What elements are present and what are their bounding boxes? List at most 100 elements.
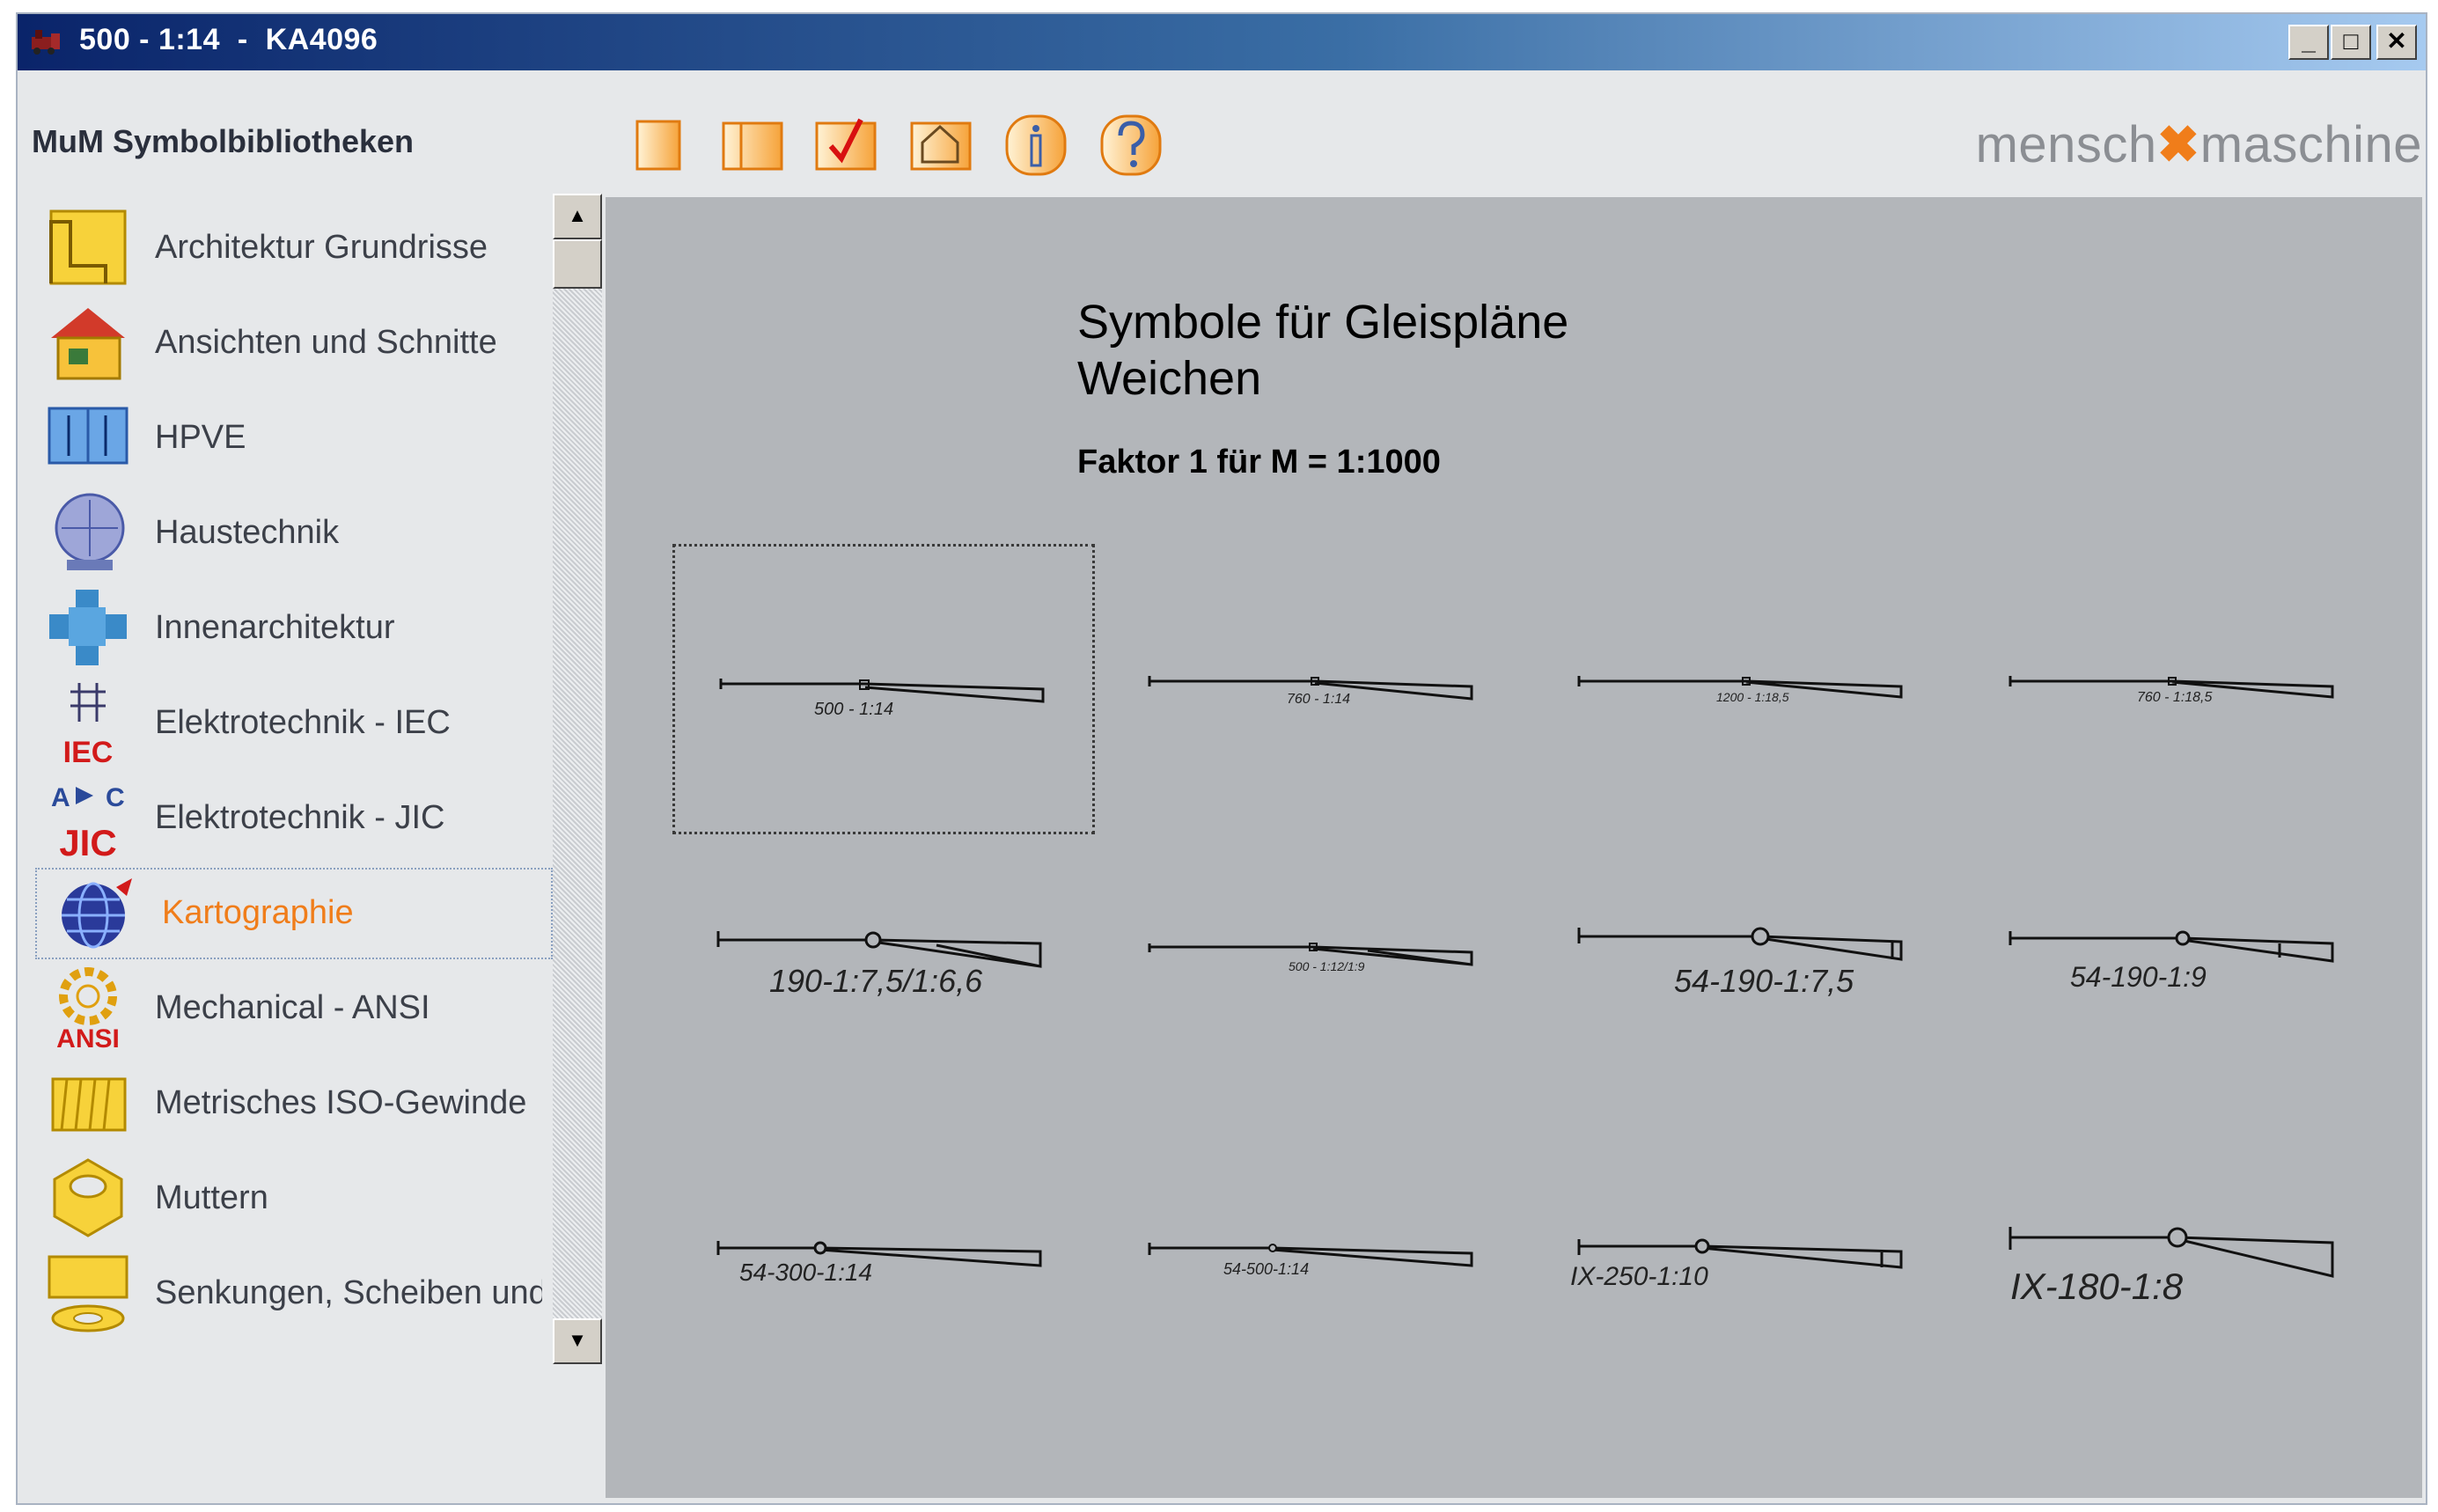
window-title: 500 - 1:14 - KA4096: [79, 23, 378, 56]
symbol-caption: 760 - 1:14: [1287, 692, 1351, 707]
sidebar-item-label: HPVE: [155, 419, 246, 456]
symbol-tile[interactable]: 54-190-1:9: [1964, 848, 2387, 1139]
info-icon[interactable]: [1002, 113, 1070, 178]
sidebar-scrollbar[interactable]: ▲ ▼: [553, 194, 602, 1364]
ansi-icon: ANSI: [56, 967, 120, 1051]
turnout-symbol: [1577, 1238, 1903, 1269]
svg-text:IEC: IEC: [63, 736, 114, 766]
sidebar-item-haustechnik[interactable]: Haustechnik: [35, 488, 546, 579]
symbol-caption: 54-190-1:9: [2070, 961, 2207, 993]
hpve-icon: [48, 407, 129, 465]
train-icon: [32, 30, 60, 55]
toolbar: MuM Symbolbibliotheken mensch✖maschine: [18, 70, 2426, 243]
turnout-symbol: [719, 679, 1045, 703]
house-icon: [51, 308, 125, 380]
symbol-caption: 54-500-1:14: [1223, 1260, 1310, 1278]
svg-text:ANSI: ANSI: [56, 1024, 120, 1051]
sidebar-item-senkungen[interactable]: Senkungen, Scheiben und Du: [35, 1248, 546, 1340]
sidebar-item-ansichten[interactable]: Ansichten und Schnitte: [35, 297, 546, 389]
turnout-symbol: [1148, 676, 1473, 701]
brand-logo: mensch✖maschine: [1976, 114, 2422, 174]
symbol-caption: 500 - 1:14: [814, 700, 894, 719]
sidebar-item-innenarchitektur[interactable]: Innenarchitektur: [35, 583, 546, 674]
brand-text-right: maschine: [2199, 116, 2422, 173]
scroll-down-button[interactable]: ▼: [553, 1318, 602, 1364]
symbol-caption: 54-190-1:7,5: [1674, 963, 1854, 999]
sidebar-item-elektrotechnik-jic[interactable]: A C JIC Elektrotechnik - JIC: [35, 773, 546, 864]
jic-icon: A C JIC: [51, 783, 125, 861]
floorplan-icon: [49, 209, 127, 285]
heading-line-2: Weichen: [1077, 352, 1262, 405]
symbol-tile[interactable]: 760 - 1:14: [1104, 544, 1526, 834]
symbol-tile[interactable]: 1200 - 1:18,5: [1533, 544, 1956, 834]
turnout-symbol: [1148, 943, 1473, 966]
symbol-tile[interactable]: IX-250-1:10: [1533, 1156, 1956, 1447]
sidebar-item-kartographie[interactable]: Kartographie: [35, 868, 553, 959]
washer-icon: [48, 1255, 129, 1332]
symbol-caption: IX-180-1:8: [2010, 1266, 2184, 1307]
sidebar-item-label: Kartographie: [162, 894, 354, 931]
minimize-button[interactable]: _: [2288, 25, 2329, 60]
symbol-caption: IX-250-1:10: [1570, 1262, 1708, 1291]
turnout-symbol: [1577, 676, 1903, 699]
symbol-tile[interactable]: 190-1:7,5/1:6,6: [672, 848, 1095, 1139]
sidebar-item-architektur[interactable]: Architektur Grundrisse: [35, 202, 546, 294]
library-sidebar: Architektur Grundrisse Ansichten und Sch…: [25, 194, 614, 1487]
turnout-symbol: [716, 1241, 1042, 1267]
sidebar-item-mechanical-ansi[interactable]: ANSI Mechanical - ANSI: [35, 963, 546, 1054]
svg-text:JIC: JIC: [59, 822, 116, 861]
brand-x-icon: ✖: [2156, 116, 2200, 173]
symbol-tile[interactable]: 54-500-1:14: [1104, 1156, 1526, 1447]
symbol-caption: 760 - 1:18,5: [2137, 690, 2213, 705]
svg-text:C: C: [106, 783, 125, 812]
sidebar-item-muttern[interactable]: Muttern: [35, 1153, 546, 1244]
nut-icon: [53, 1158, 123, 1237]
sidebar-item-label: Ansichten und Schnitte: [155, 324, 497, 361]
house-outline-icon[interactable]: [907, 113, 975, 178]
scale-factor-label: Faktor 1 für M = 1:1000: [1077, 444, 1441, 481]
sidebar-item-elektrotechnik-iec[interactable]: IEC Elektrotechnik - IEC: [35, 678, 546, 769]
sidebar-item-iso-gewinde[interactable]: Metrisches ISO-Gewinde: [35, 1058, 546, 1149]
svg-text:A: A: [51, 783, 70, 812]
sidebar-item-label: Architektur Grundrisse: [155, 229, 488, 266]
symbol-tile[interactable]: 54-190-1:7,5: [1533, 848, 1956, 1139]
sidebar-item-label: Mechanical - ANSI: [155, 989, 430, 1026]
symbol-tile[interactable]: 500 - 1:12/1:9: [1104, 848, 1526, 1139]
brand-text-left: mensch: [1975, 116, 2157, 173]
hvac-icon: [55, 493, 125, 570]
iec-icon: IEC: [63, 683, 114, 766]
turnout-symbol: [2008, 930, 2334, 963]
heading-line-1: Symbole für Gleispläne: [1077, 296, 1569, 349]
sidebar-item-label: Muttern: [155, 1179, 268, 1216]
title-bar[interactable]: 500 - 1:14 - KA4096 _ □ ✕: [18, 14, 2426, 70]
symbol-preview-area: Symbole für Gleispläne Weichen Faktor 1 …: [606, 197, 2422, 1498]
symbol-tile[interactable]: 500 - 1:14: [672, 544, 1095, 834]
symbol-tile[interactable]: 54-300-1:14: [672, 1156, 1095, 1447]
sidebar-item-label: Innenarchitektur: [155, 609, 395, 646]
turnout-symbol: [1148, 1243, 1473, 1267]
symbol-caption: 500 - 1:12/1:9: [1289, 959, 1365, 973]
sidebar-item-label: Elektrotechnik - IEC: [155, 704, 451, 741]
scroll-up-button[interactable]: ▲: [553, 194, 602, 239]
sidebar-item-label: Senkungen, Scheiben und Du: [155, 1274, 542, 1311]
page-icon[interactable]: [625, 113, 694, 178]
app-window: 500 - 1:14 - KA4096 _ □ ✕ MuM Symbolbibl…: [16, 12, 2427, 1505]
maximize-button[interactable]: □: [2331, 25, 2371, 60]
help-icon[interactable]: [1097, 113, 1165, 178]
interior-icon: [49, 590, 127, 665]
book-icon[interactable]: [718, 113, 787, 178]
sidebar-item-label: Metrisches ISO-Gewinde: [155, 1084, 527, 1121]
scroll-thumb[interactable]: [553, 239, 602, 289]
close-button[interactable]: ✕: [2376, 25, 2417, 60]
symbol-caption: 1200 - 1:18,5: [1716, 690, 1789, 704]
symbol-tile[interactable]: IX-180-1:8: [1964, 1156, 2387, 1447]
turnout-symbol: [2008, 676, 2334, 699]
symbol-tile[interactable]: 760 - 1:18,5: [1964, 544, 2387, 834]
checkmark-icon[interactable]: [811, 113, 880, 178]
globe-icon: [62, 878, 132, 949]
library-title: MuM Symbolbibliotheken: [32, 123, 415, 159]
sidebar-item-hpve[interactable]: HPVE: [35, 393, 546, 484]
symbol-caption: 190-1:7,5/1:6,6: [769, 963, 983, 999]
symbol-caption: 54-300-1:14: [739, 1259, 873, 1286]
thread-icon: [51, 1077, 127, 1132]
